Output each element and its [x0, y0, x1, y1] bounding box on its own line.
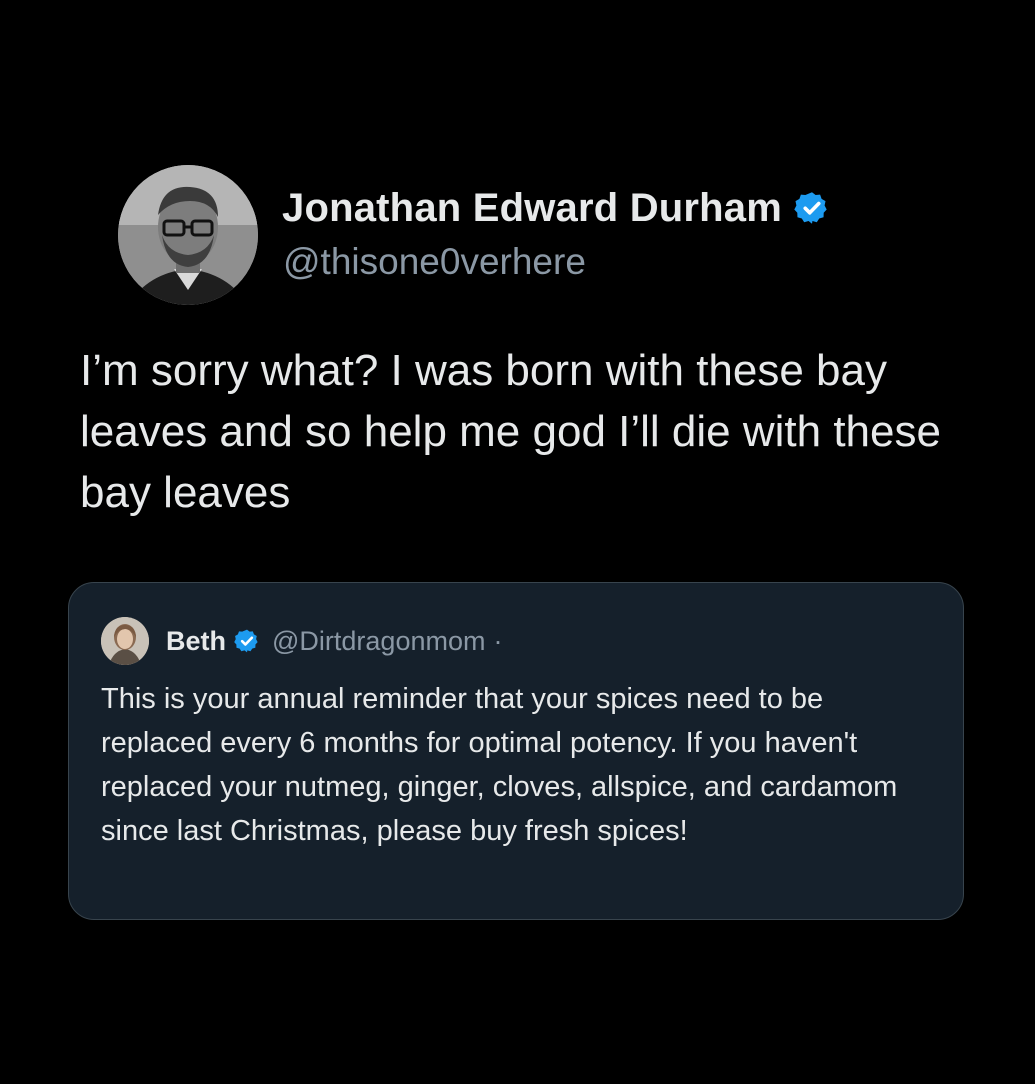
- quote-author-name[interactable]: Beth: [166, 626, 226, 657]
- quoted-tweet-card[interactable]: Beth @Dirtdragonmom · This is your annua…: [68, 582, 964, 920]
- quote-text: This is your annual reminder that your s…: [101, 683, 898, 847]
- author-name-row: Jonathan Edward Durham: [282, 184, 830, 232]
- tweet: Jonathan Edward Durham @thisone0verhere …: [0, 0, 1035, 1084]
- quote-author-avatar[interactable]: [101, 617, 149, 665]
- author-avatar[interactable]: [118, 165, 258, 305]
- author-handle[interactable]: @thisone0verhere: [283, 241, 586, 283]
- verified-badge-icon: [794, 190, 830, 226]
- quote-header: Beth @Dirtdragonmom ·: [166, 621, 502, 661]
- separator-dot: ·: [493, 625, 503, 656]
- tweet-text: I’m sorry what? I was born with these ba…: [80, 346, 941, 517]
- quote-author-handle[interactable]: @Dirtdragonmom: [272, 626, 485, 657]
- author-display-name[interactable]: Jonathan Edward Durham: [282, 186, 782, 231]
- verified-badge-icon: [234, 628, 260, 654]
